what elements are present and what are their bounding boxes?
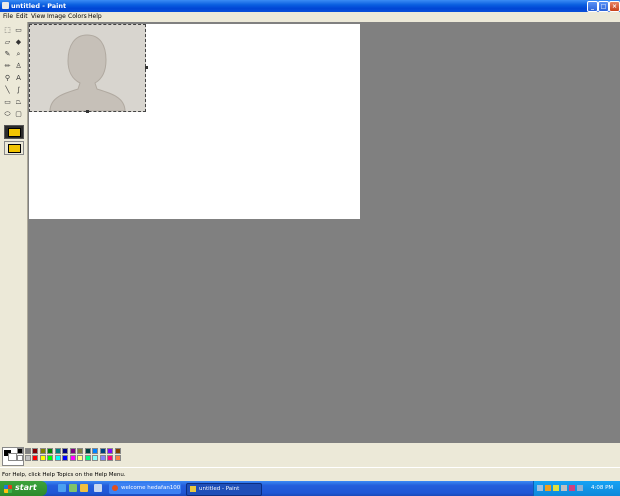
windows-logo-icon [4,485,12,493]
palette-color-swatch[interactable] [84,448,91,454]
color-picker-icon[interactable]: ✎ [3,50,12,59]
palette-color-swatch[interactable] [47,448,53,454]
palette-color-swatch[interactable] [17,455,23,461]
palette-color-swatch[interactable] [62,448,68,454]
eraser-icon[interactable]: ▱ [3,38,12,47]
person-silhouette-image [30,25,145,112]
clock: 4:08 PM [591,485,614,491]
palette-color-swatch[interactable] [92,448,98,454]
volume-tray-icon[interactable] [561,485,567,491]
palette-color-swatch[interactable] [92,455,98,461]
resize-handle-right[interactable] [145,66,148,69]
palette-color-swatch[interactable] [32,448,38,454]
taskbar-item-paint[interactable]: untitled - Paint [186,483,262,496]
antivirus-tray-icon[interactable] [545,485,551,491]
palette-color-swatch[interactable] [107,448,113,454]
menu-image[interactable]: Image [47,13,66,20]
paint-app-icon[interactable] [2,2,9,9]
palette-color-swatch[interactable] [32,455,38,461]
close-button[interactable]: × [609,1,620,12]
opaque-selection-option[interactable] [4,141,24,155]
window-title: untitled - Paint [11,2,67,10]
palette-color-swatch[interactable] [47,455,53,461]
palette-color-swatch[interactable] [39,455,46,461]
desktop-quicklaunch-icon[interactable] [69,484,77,492]
palette-color-swatch[interactable] [107,455,113,461]
rounded-rect-icon[interactable]: ▢ [14,110,23,119]
palette-color-swatch[interactable] [77,455,83,461]
title-bar[interactable] [0,0,620,12]
minimize-button[interactable]: _ [587,1,598,12]
palette-color-swatch[interactable] [114,455,121,461]
resize-handle-bottom[interactable] [86,110,89,113]
menu-help[interactable]: Help [88,13,102,20]
brush-icon[interactable]: ♙ [14,62,23,71]
palette-color-swatch[interactable] [39,448,46,454]
palette-color-swatch[interactable] [99,448,106,454]
palette-color-swatch[interactable] [77,448,83,454]
network-tray-icon[interactable] [537,485,543,491]
palette-color-swatch[interactable] [24,455,31,461]
curve-icon[interactable]: ∫ [14,86,23,95]
palette-color-swatch[interactable] [62,455,68,461]
ie-quicklaunch-icon[interactable] [58,484,66,492]
palette-color-swatch[interactable] [54,448,61,454]
palette-color-swatch[interactable] [24,448,31,454]
media-quicklaunch-icon[interactable] [94,484,102,492]
browser-icon [112,484,118,491]
explorer-quicklaunch-icon[interactable] [80,484,88,492]
transparent-selection-option[interactable] [4,125,24,139]
palette-color-swatch[interactable] [84,455,91,461]
maximize-button[interactable]: □ [598,1,609,12]
text-icon[interactable]: A [14,74,23,83]
ellipse-icon[interactable]: ⬭ [3,110,12,119]
selected-image-region[interactable] [29,24,146,112]
palette-color-swatch[interactable] [54,455,61,461]
pencil-icon[interactable]: ✏ [3,62,12,71]
start-button[interactable]: start [0,481,47,496]
status-text: For Help, click Help Topics on the Help … [2,472,126,478]
menu-edit[interactable]: Edit [16,13,28,20]
palette-color-swatch[interactable] [114,448,121,454]
background-color-swatch[interactable] [8,453,17,461]
app-tray-icon[interactable] [569,485,575,491]
messenger-tray-icon[interactable] [553,485,559,491]
menu-view[interactable]: View [31,13,45,20]
free-form-select-icon[interactable]: ⬚ [3,26,12,35]
taskbar-item-label: untitled - Paint [199,486,240,492]
start-label: start [15,483,37,492]
polygon-icon[interactable]: ⏢ [14,98,23,107]
status-bar: For Help, click Help Topics on the Help … [0,467,620,482]
menu-colors[interactable]: Colors [68,13,87,20]
line-icon[interactable]: ╲ [3,86,12,95]
palette-color-swatch[interactable] [17,448,23,454]
menu-file[interactable]: File [3,13,13,20]
paint-icon [190,485,196,492]
palette-color-swatch[interactable] [69,448,76,454]
display-tray-icon[interactable] [577,485,583,491]
taskbar-item-label: welcome hedafan100 [121,485,181,491]
palette-color-swatch[interactable] [99,455,106,461]
airbrush-icon[interactable]: ⚲ [3,74,12,83]
magnifier-icon[interactable]: ⌕ [14,50,23,59]
taskbar-item-welcome[interactable]: welcome hedafan100 [109,483,181,494]
palette-color-swatch[interactable] [69,455,76,461]
rect-select-icon[interactable]: ▭ [14,26,23,35]
fill-icon[interactable]: ◆ [14,38,23,47]
rectangle-icon[interactable]: ▭ [3,98,12,107]
taskbar [0,481,620,496]
